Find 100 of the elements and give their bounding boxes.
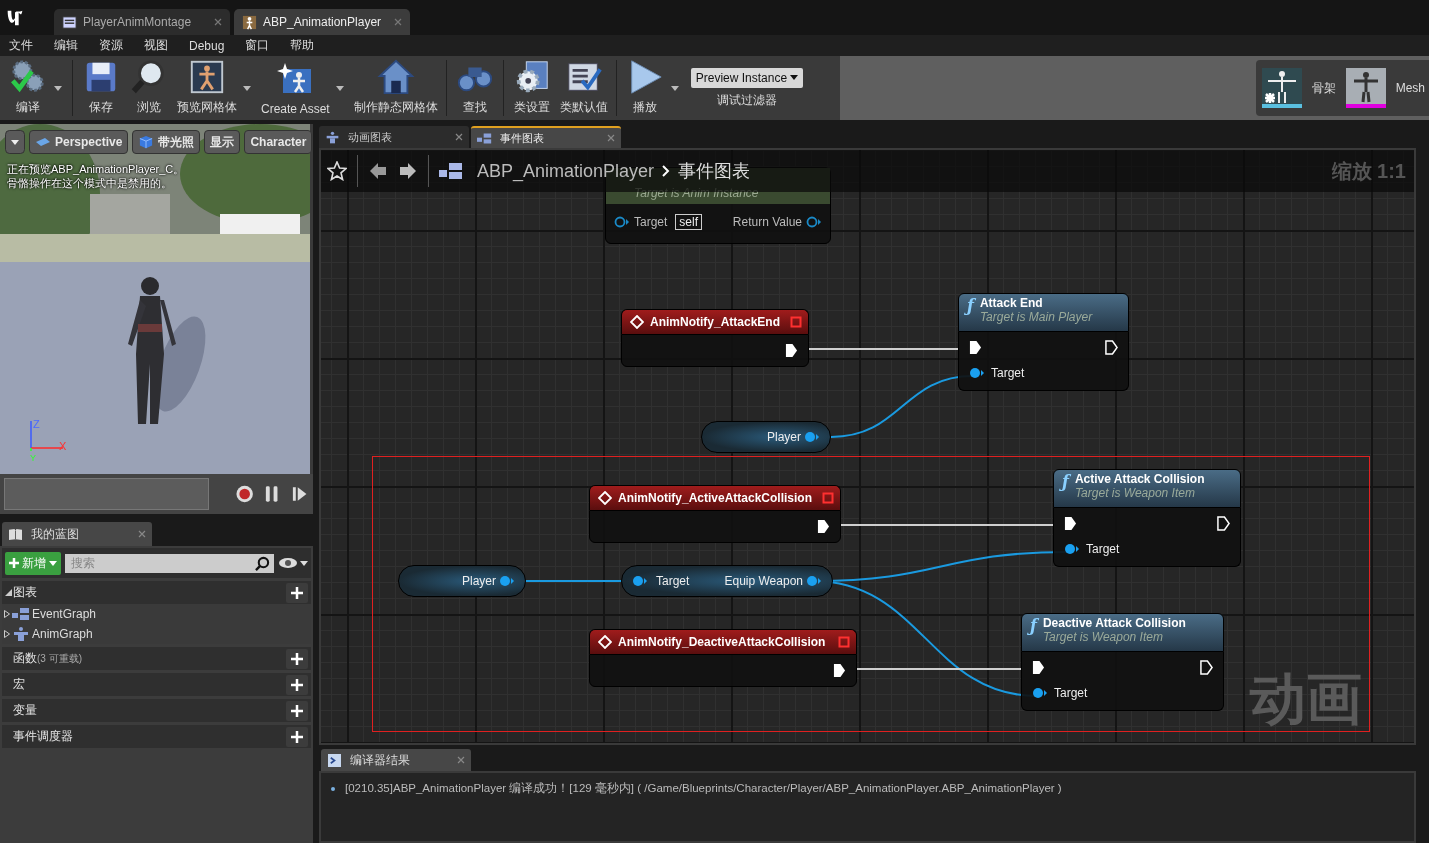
- zoom-level: 缩放 1:1: [1331, 158, 1406, 184]
- debug-filter-label: 调试过滤器: [716, 91, 777, 109]
- back-arrow-icon[interactable]: [368, 161, 388, 181]
- panel-tab[interactable]: 我的蓝图: [2, 522, 152, 546]
- viewport-notice: 骨骼操作在这个模式中是禁用的。: [7, 176, 173, 190]
- data-pin[interactable]: [969, 367, 985, 379]
- bullet-icon: [331, 786, 335, 791]
- toolbar-button[interactable]: 保存: [77, 56, 125, 120]
- record-icon[interactable]: [235, 484, 255, 504]
- pin-label: Target: [634, 215, 668, 229]
- viewport-button[interactable]: 显示: [204, 130, 241, 154]
- search-input[interactable]: 搜索: [69, 555, 255, 571]
- viewport-button[interactable]: Perspective: [29, 130, 129, 154]
- toolbar-button[interactable]: Create Asset: [257, 56, 334, 120]
- plus-icon: [9, 558, 19, 568]
- close-icon[interactable]: [457, 756, 465, 764]
- add-icon[interactable]: [286, 726, 308, 747]
- exec-pin[interactable]: [1105, 340, 1118, 355]
- exec-pin[interactable]: [1217, 516, 1230, 531]
- caret-icon[interactable]: [670, 85, 679, 91]
- event-node[interactable]: AnimNotify_DeactiveAttackCollision: [589, 629, 857, 654]
- menu-item[interactable]: 窗口: [236, 37, 278, 54]
- menu-item[interactable]: Debug: [180, 38, 233, 53]
- event-node[interactable]: AnimNotify_AttackEnd: [621, 309, 809, 334]
- graph-list-item[interactable]: AnimGraph: [2, 624, 311, 644]
- toolbar-button[interactable]: 编译: [4, 56, 52, 120]
- add-icon[interactable]: [286, 674, 308, 695]
- toolbar-button[interactable]: 浏览: [125, 56, 173, 120]
- close-icon[interactable]: [214, 18, 222, 26]
- timeline-field[interactable]: [4, 478, 209, 510]
- pin-label: Target: [1054, 686, 1088, 700]
- getter-node[interactable]: Target Equip Weapon: [621, 565, 833, 597]
- default-value-field[interactable]: self: [675, 214, 703, 230]
- exec-pin[interactable]: [785, 343, 798, 358]
- variable-node[interactable]: Player: [398, 565, 526, 597]
- pin-label: Return Value: [732, 215, 802, 229]
- toolbar-button[interactable]: 预览网格体: [173, 56, 241, 120]
- graph-tab[interactable]: 动画图表: [319, 126, 469, 148]
- menu-item[interactable]: 文件: [0, 37, 41, 54]
- exec-pin[interactable]: [969, 340, 982, 355]
- data-pin[interactable]: [1064, 543, 1080, 555]
- axis-label: Y: [30, 454, 36, 463]
- expanded-triangle-icon[interactable]: [5, 589, 12, 596]
- exec-pin[interactable]: [833, 663, 846, 678]
- asset-mode-button[interactable]: Mesh: [1345, 68, 1425, 108]
- panel-tab[interactable]: 编译器结果: [321, 749, 471, 771]
- close-icon[interactable]: [394, 18, 402, 26]
- toolbar-button[interactable]: 查找: [450, 56, 499, 120]
- graph-icon: [477, 131, 492, 145]
- file-tab[interactable]: ABP_AnimationPlayer: [234, 9, 410, 35]
- axis-label: Z: [33, 419, 40, 430]
- variable-node[interactable]: Player: [701, 421, 831, 453]
- menu-item[interactable]: 视图: [135, 37, 176, 54]
- caret-icon[interactable]: [335, 85, 344, 91]
- caret-icon[interactable]: [243, 85, 251, 91]
- toolbar-button[interactable]: 播放: [620, 56, 669, 120]
- close-icon[interactable]: [607, 134, 615, 142]
- delegate-pin-icon[interactable]: [822, 492, 834, 504]
- file-tab[interactable]: PlayerAnimMontage: [54, 9, 230, 35]
- star-icon[interactable]: [327, 161, 347, 181]
- graph-list-item[interactable]: EventGraph: [2, 604, 311, 624]
- graph-tab[interactable]: 事件图表: [471, 126, 621, 148]
- viewport-button[interactable]: 带光照: [132, 130, 201, 154]
- exec-pin[interactable]: [1200, 660, 1213, 675]
- node-title: Attack End: [979, 296, 1044, 310]
- delegate-pin-icon[interactable]: [838, 636, 850, 648]
- toolbar-button[interactable]: 类默认值: [555, 56, 612, 120]
- event-node[interactable]: AnimNotify_ActiveAttackCollision: [589, 485, 841, 510]
- section-header[interactable]: 图表: [13, 584, 286, 601]
- viewport-button[interactable]: Character: [244, 130, 313, 154]
- data-pin[interactable]: [806, 216, 822, 228]
- node-subtitle: Target is Main Player: [979, 310, 1093, 324]
- diamond-icon: [598, 635, 612, 649]
- search-field[interactable]: 搜索: [65, 553, 274, 573]
- exec-pin[interactable]: [817, 519, 830, 534]
- pin-label: Target: [991, 366, 1025, 380]
- caret-icon[interactable]: [54, 85, 62, 91]
- toolbar-button[interactable]: 类设置: [507, 56, 556, 120]
- add-icon[interactable]: [286, 648, 308, 669]
- menu-item[interactable]: 资源: [90, 37, 131, 54]
- function-node-header[interactable]: ƒ Deactive Attack Collision Target is Weapon Item: [1021, 613, 1224, 652]
- eye-icon[interactable]: [278, 556, 308, 570]
- menu-item[interactable]: 帮助: [281, 37, 323, 54]
- exec-pin[interactable]: [1064, 516, 1077, 531]
- exec-pin[interactable]: [1032, 660, 1045, 675]
- close-icon[interactable]: [455, 133, 463, 141]
- add-icon[interactable]: [286, 582, 308, 603]
- forward-arrow-icon[interactable]: [398, 161, 418, 181]
- toolbar-button[interactable]: 制作静态网格体: [349, 56, 442, 120]
- cube-icon: [138, 135, 155, 149]
- asset-mode-button[interactable]: 骨架: [1261, 68, 1336, 108]
- delegate-pin-icon[interactable]: [790, 316, 802, 328]
- dropdown-caret-icon[interactable]: [5, 130, 25, 154]
- debug-filter-dropdown[interactable]: Preview Instance: [690, 67, 804, 88]
- data-pin[interactable]: [1032, 687, 1048, 699]
- add-icon[interactable]: [286, 700, 308, 721]
- data-pin[interactable]: [614, 216, 630, 228]
- close-icon[interactable]: [138, 530, 146, 538]
- menu-item[interactable]: 编辑: [45, 37, 86, 54]
- data-pin: [804, 431, 820, 443]
